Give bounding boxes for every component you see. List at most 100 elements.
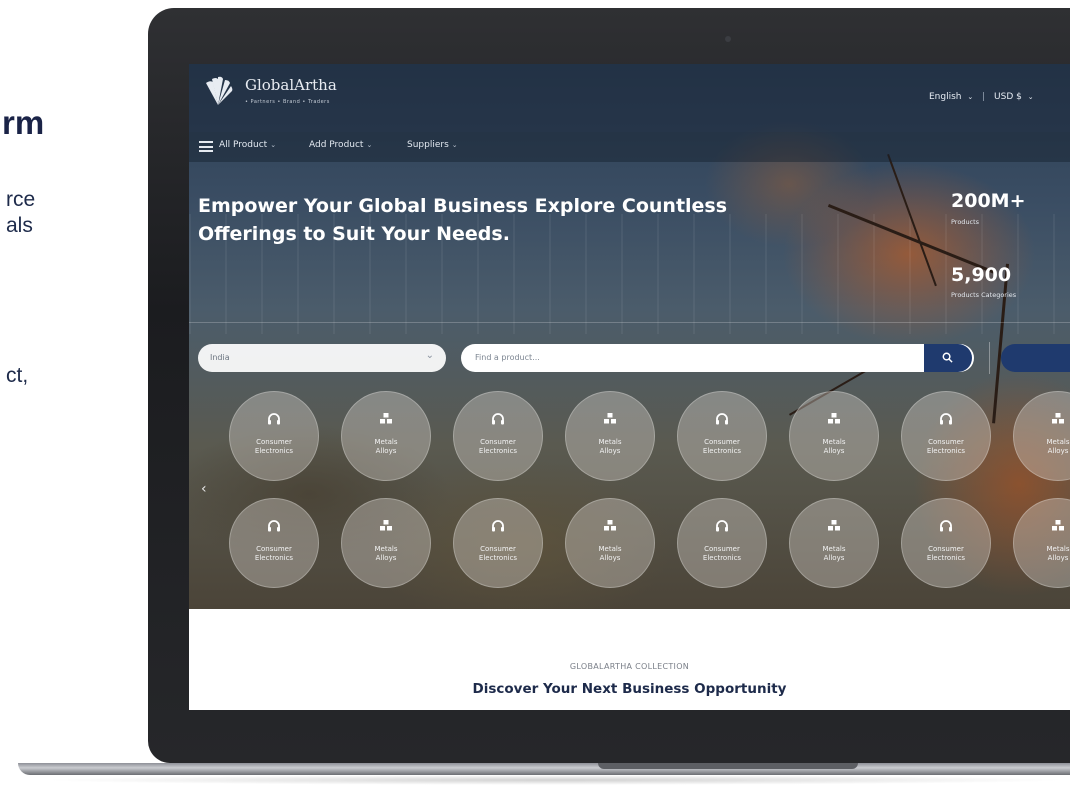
collection-title: Discover Your Next Business Opportunity (472, 681, 787, 697)
category-label: Consumer (704, 438, 740, 446)
headphones-icon (492, 520, 504, 532)
category-label: Electronics (926, 554, 966, 562)
category-label: Metals (822, 438, 846, 446)
category-label: Electronics (478, 554, 518, 562)
metals-icon (828, 520, 840, 531)
category-item[interactable]: Metals Alloys (565, 498, 655, 588)
category-label: Alloys (375, 447, 397, 455)
chevron-down-icon: ⌄ (1027, 93, 1034, 101)
category-label: Alloys (823, 447, 845, 455)
category-label: Alloys (375, 554, 397, 562)
headphones-icon (268, 413, 280, 425)
category-label: Metals (598, 545, 622, 553)
country-value: India (210, 353, 230, 362)
action-button[interactable] (1001, 344, 1070, 372)
headphones-icon (492, 413, 504, 425)
headline-line: Empower Your Global Business Explore Cou… (198, 195, 728, 217)
category-label: Metals (1046, 438, 1070, 446)
hamburger-menu-icon[interactable] (199, 141, 213, 152)
metals-icon (828, 413, 840, 424)
hero-divider (189, 322, 1070, 323)
chevron-down-icon: ⌄ (366, 141, 373, 149)
metals-icon (1052, 520, 1064, 531)
camera-dot (725, 36, 731, 42)
category-item[interactable]: Consumer Electronics (229, 391, 319, 481)
laptop-base (18, 763, 1070, 775)
category-label: Consumer (928, 438, 964, 446)
category-item[interactable]: Consumer Electronics (229, 498, 319, 588)
category-label: Alloys (1047, 554, 1069, 562)
language-select[interactable]: English (929, 92, 962, 102)
currency-select[interactable]: USD $ (994, 92, 1022, 102)
globalartha-logo-icon[interactable] (201, 74, 235, 108)
metals-icon (380, 413, 392, 424)
category-label: Consumer (256, 545, 292, 553)
category-item[interactable]: Metals Alloys (565, 391, 655, 481)
search-button[interactable] (924, 344, 972, 372)
headphones-icon (940, 520, 952, 532)
metals-icon (604, 520, 616, 531)
separator (989, 342, 990, 374)
search-icon (942, 352, 953, 363)
category-item[interactable]: Metals Alloys (341, 391, 431, 481)
stat-products-label: Products (951, 218, 980, 226)
category-item[interactable]: Consumer Electronics (901, 391, 991, 481)
category-item[interactable]: Metals Alloys (789, 391, 879, 481)
chevron-down-icon: ⌄ (967, 93, 974, 101)
slide-text-line: ct, (6, 364, 29, 387)
brand-tagline: • Partners • Brand • Traders (245, 99, 330, 105)
metals-icon (604, 413, 616, 424)
category-label: Electronics (702, 447, 742, 455)
category-item[interactable]: Metals Alloys (789, 498, 879, 588)
nav-label: Suppliers (407, 140, 449, 150)
category-label: Electronics (478, 447, 518, 455)
category-item[interactable]: Consumer Electronics (677, 498, 767, 588)
laptop-screen: GlobalArtha • Partners • Brand • Traders… (189, 64, 1070, 710)
category-label: Metals (822, 545, 846, 553)
metals-icon (1052, 413, 1064, 424)
nav-label: All Product (219, 140, 268, 150)
chevron-left-icon[interactable]: ‹ (201, 481, 207, 497)
chevron-down-icon: ⌄ (425, 350, 434, 361)
search-input[interactable]: Find a product... (461, 344, 974, 372)
metals-icon (380, 520, 392, 531)
main-nav: All Product ⌄ Add Product ⌄ Suppliers ⌄ (189, 132, 1070, 162)
laptop-notch (598, 763, 858, 769)
headphones-icon (716, 520, 728, 532)
category-label: Alloys (823, 554, 845, 562)
category-item[interactable]: Metals Alloys (341, 498, 431, 588)
chevron-down-icon: ⌄ (451, 141, 458, 149)
nav-all-product[interactable]: All Product ⌄ (219, 140, 276, 150)
category-item[interactable]: Consumer Electronics (453, 391, 543, 481)
chevron-down-icon: ⌄ (270, 141, 277, 149)
category-item[interactable]: Consumer Electronics (901, 498, 991, 588)
stat-categories-value: 5,900 (951, 264, 1012, 286)
category-label: Consumer (480, 545, 516, 553)
category-label: Consumer (928, 545, 964, 553)
category-label: Consumer (704, 545, 740, 553)
category-label: Alloys (1047, 447, 1069, 455)
laptop-shadow (40, 775, 1070, 785)
headline-line: Offerings to Suit Your Needs. (198, 223, 510, 245)
category-label: Electronics (926, 447, 966, 455)
headphones-icon (268, 520, 280, 532)
category-label: Consumer (256, 438, 292, 446)
category-label: Consumer (480, 438, 516, 446)
nav-add-product[interactable]: Add Product ⌄ (309, 140, 372, 150)
brand-name[interactable]: GlobalArtha (245, 76, 337, 94)
collection-kicker: GLOBALARTHA COLLECTION (569, 662, 690, 671)
slide-heading-fragment: rm (2, 104, 45, 141)
nav-suppliers[interactable]: Suppliers ⌄ (407, 140, 458, 150)
category-label: Alloys (599, 447, 621, 455)
category-item[interactable]: Consumer Electronics (677, 391, 767, 481)
category-label: Alloys (599, 554, 621, 562)
headphones-icon (716, 413, 728, 425)
hero-headline: Empower Your Global Business Explore Cou… (198, 192, 798, 248)
slide-text-fragment: rce als (6, 188, 35, 238)
headphones-icon (940, 413, 952, 425)
category-item[interactable]: Consumer Electronics (453, 498, 543, 588)
category-label: Electronics (702, 554, 742, 562)
category-label: Metals (374, 438, 398, 446)
country-select[interactable]: India ⌄ (198, 344, 446, 372)
category-label: Metals (598, 438, 622, 446)
